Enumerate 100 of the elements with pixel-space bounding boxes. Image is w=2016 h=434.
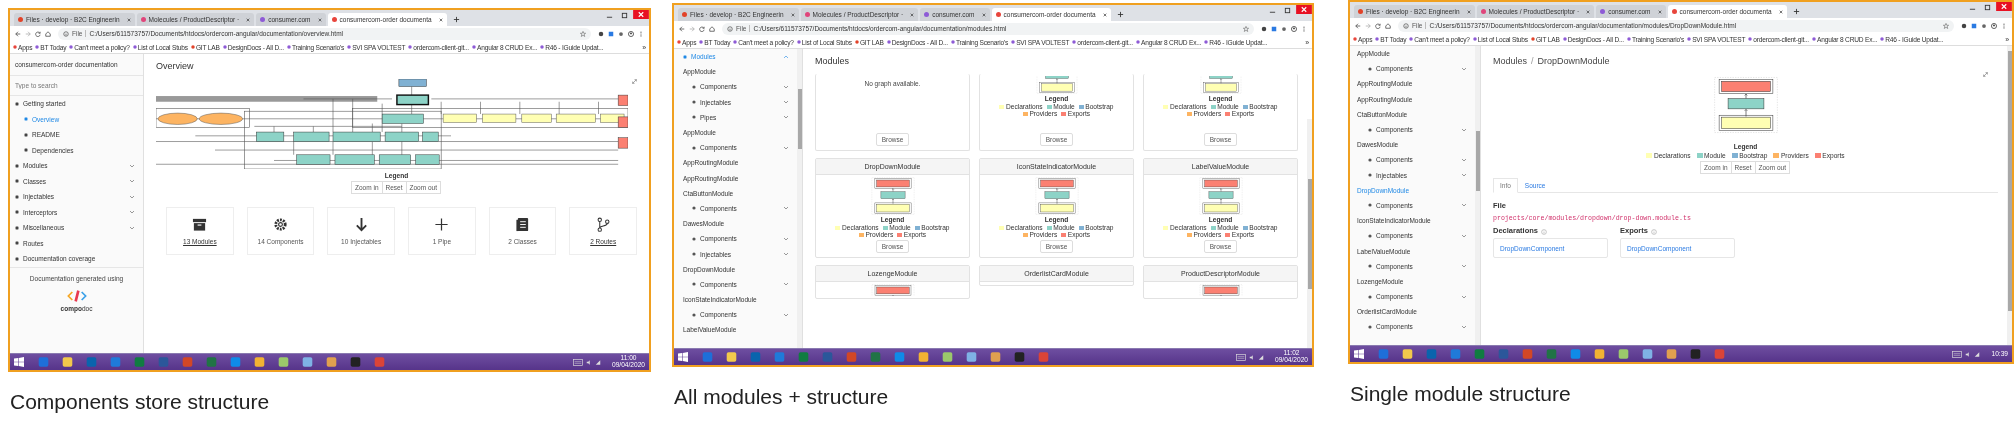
close-button[interactable] (1996, 2, 2012, 11)
bookmark-icon (1011, 40, 1016, 44)
windows-start-icon[interactable] (678, 352, 688, 362)
maximize-icon[interactable] (621, 12, 628, 19)
scrollbar[interactable] (797, 49, 802, 348)
keyboard-icon[interactable] (1952, 350, 1963, 358)
back-icon[interactable] (679, 25, 685, 32)
dot-icon (692, 236, 696, 241)
bookmark-icon (69, 45, 74, 49)
reload-icon[interactable] (1375, 22, 1381, 29)
chevron-icon[interactable] (783, 145, 789, 150)
forward-icon[interactable] (689, 25, 695, 32)
back-icon[interactable] (1355, 22, 1361, 29)
document-icon (515, 217, 530, 232)
chevron-icon[interactable] (783, 236, 789, 241)
close-icon[interactable] (438, 17, 443, 22)
chevron-icon[interactable] (1461, 324, 1467, 329)
chevron-icon[interactable] (783, 54, 789, 59)
keyboard-icon[interactable] (1236, 353, 1246, 361)
close-icon[interactable] (1586, 9, 1591, 14)
chevron-icon[interactable] (129, 210, 135, 215)
chevron-icon[interactable] (1461, 173, 1467, 178)
new-tab-button[interactable] (1116, 11, 1124, 18)
back-icon[interactable] (15, 30, 21, 37)
close-icon[interactable] (1657, 9, 1662, 14)
close-icon[interactable] (1778, 9, 1783, 14)
bookmark-icon (886, 40, 891, 44)
chevron-icon[interactable] (1461, 233, 1467, 238)
volume-icon[interactable] (1249, 353, 1255, 361)
chevron-icon[interactable] (1461, 264, 1467, 269)
reload-icon[interactable] (35, 30, 41, 37)
signal-icon[interactable] (1258, 353, 1264, 361)
chevron-icon[interactable] (783, 252, 789, 257)
chevron-icon[interactable] (783, 282, 789, 287)
square-icon (15, 256, 19, 261)
chevron-icon[interactable] (1461, 157, 1467, 162)
home-icon[interactable] (709, 25, 715, 32)
scrollbar[interactable] (2007, 46, 2012, 345)
forward-icon[interactable] (25, 30, 31, 37)
keyboard-icon[interactable] (573, 358, 583, 366)
profile-icon[interactable] (1291, 25, 1297, 32)
maximize-icon[interactable] (1284, 7, 1291, 14)
forward-icon[interactable] (1365, 22, 1371, 29)
profile-icon[interactable] (1991, 22, 1997, 29)
chevron-icon[interactable] (783, 100, 789, 105)
close-icon[interactable] (910, 12, 915, 17)
breadcrumb-link[interactable]: Modules (1493, 56, 1528, 66)
chevron-icon[interactable] (1461, 66, 1467, 71)
chevron-icon[interactable] (783, 115, 789, 120)
close-icon[interactable] (790, 12, 795, 17)
export-node (617, 94, 628, 106)
square-icon (15, 241, 19, 246)
chevron-icon[interactable] (129, 179, 135, 184)
new-tab-button[interactable] (1792, 8, 1800, 15)
close-button[interactable] (633, 10, 649, 19)
windows-start-icon[interactable] (1354, 349, 1364, 359)
profile-icon[interactable] (628, 30, 634, 37)
close-icon[interactable] (317, 17, 322, 22)
chevron-icon[interactable] (129, 225, 135, 230)
chevron-icon[interactable] (129, 163, 135, 168)
home-icon[interactable] (1385, 22, 1391, 29)
chevron-icon[interactable] (1461, 203, 1467, 208)
signal-icon[interactable] (595, 358, 601, 366)
star-icon[interactable] (580, 30, 586, 37)
reload-icon[interactable] (699, 25, 705, 32)
volume-icon[interactable] (1965, 350, 1972, 358)
close-icon[interactable] (1102, 12, 1107, 17)
scrollbar[interactable] (1307, 119, 1312, 348)
windows-start-icon[interactable] (14, 357, 24, 367)
close-icon[interactable] (981, 12, 986, 17)
close-icon[interactable] (1466, 9, 1471, 14)
star-icon[interactable] (1943, 22, 1949, 29)
chevron-icon[interactable] (1461, 127, 1467, 132)
expand-icon[interactable] (1983, 72, 1988, 77)
home-icon[interactable] (45, 30, 51, 37)
star-icon[interactable] (1243, 25, 1249, 32)
expand-icon[interactable] (632, 79, 637, 84)
export-node (617, 116, 628, 128)
maximize-icon[interactable] (1984, 4, 1991, 11)
scrollbar[interactable] (1475, 46, 1480, 345)
volume-icon[interactable] (586, 358, 592, 366)
bookmark-icon (699, 40, 704, 44)
chevron-icon[interactable] (783, 312, 789, 317)
module-node (334, 154, 375, 165)
new-tab-button[interactable] (452, 16, 460, 23)
chevron-icon[interactable] (783, 84, 789, 89)
declaration-node (442, 113, 477, 123)
signal-icon[interactable] (1974, 350, 1981, 358)
chevron-icon[interactable] (783, 206, 789, 211)
favicon-icon (1671, 9, 1677, 14)
bookmark-icon (132, 45, 137, 49)
chevron-icon[interactable] (1461, 294, 1467, 299)
close-button[interactable] (1296, 5, 1312, 14)
declaration-node (600, 113, 625, 123)
chevron-icon[interactable] (129, 194, 135, 199)
bookmark-icon (540, 45, 545, 49)
breadcrumb-link[interactable]: DropDownModule (1537, 56, 1610, 66)
close-icon[interactable] (126, 17, 131, 22)
bookmark-icon (1812, 37, 1816, 41)
close-icon[interactable] (246, 17, 251, 22)
